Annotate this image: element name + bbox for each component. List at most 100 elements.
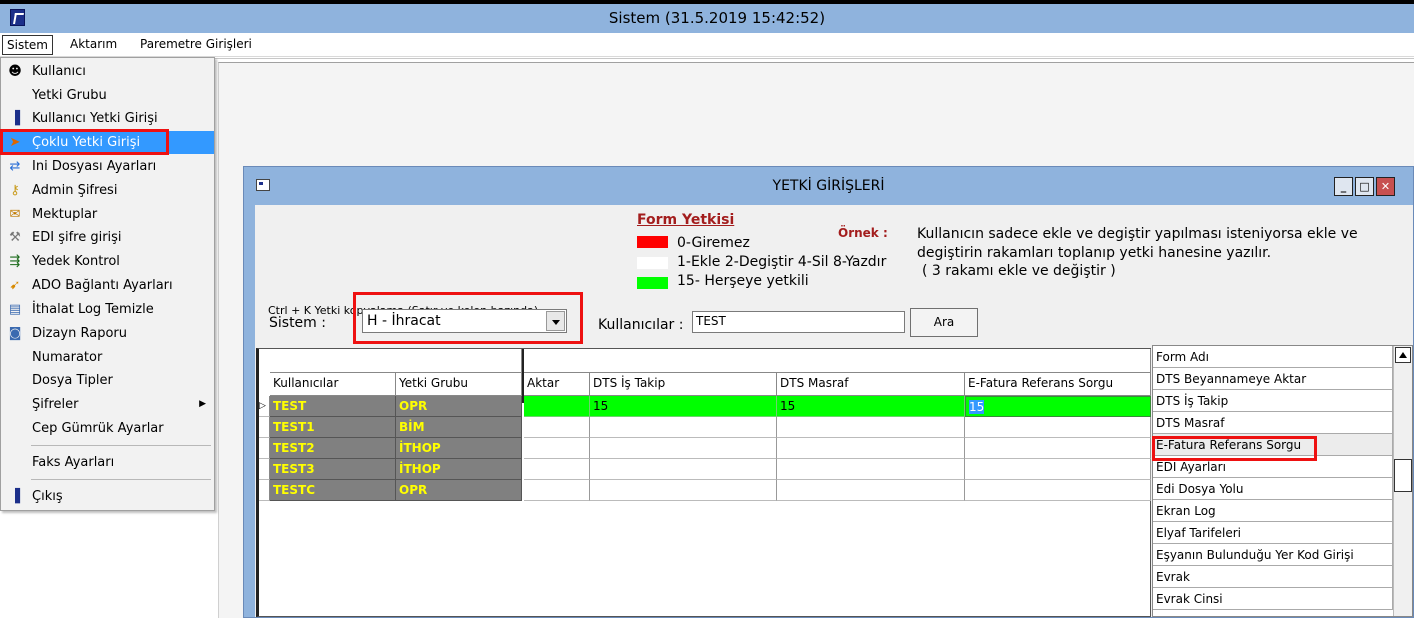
scroll-up-icon[interactable] [1395, 347, 1411, 363]
grid-user-cell[interactable]: TESTC [270, 480, 396, 501]
menu-item-yedek-kontrol[interactable]: ⇶ Yedek Kontrol [1, 250, 214, 273]
menu-item-admin-sifresi[interactable]: ⚷ Admin Şifresi [1, 179, 214, 202]
grid-group-cell[interactable]: BİM [396, 417, 522, 438]
grid-value-cell[interactable] [590, 417, 777, 438]
grid-value-cell[interactable] [965, 480, 1151, 501]
scroll-thumb[interactable] [1394, 459, 1412, 492]
menu-item-cikis[interactable]: ▐ Çıkış [1, 485, 214, 508]
row-indicator[interactable] [259, 417, 270, 438]
menu-item-edi-sifre-girisi[interactable]: ⚒ EDI şifre girişi [1, 226, 214, 249]
grid-group-cell[interactable]: OPR [396, 396, 522, 417]
grid-value-cell[interactable] [777, 459, 965, 480]
menu-item-dosya-tipler[interactable]: Dosya Tipler [1, 369, 214, 392]
row-indicator[interactable] [259, 480, 270, 501]
grid-value-cell[interactable]: 15 [777, 396, 965, 417]
legend-swatch-red [637, 236, 668, 248]
grid-value-cell[interactable] [524, 480, 590, 501]
grid-header-dts-is-takip[interactable]: DTS İş Takip [590, 373, 777, 396]
grid-value-cell[interactable] [524, 459, 590, 480]
form-list-item[interactable]: Evrak Cinsi [1153, 588, 1393, 610]
menu-paremetre-girisleri[interactable]: Paremetre Girişleri [136, 35, 256, 55]
maximize-icon[interactable]: □ [1355, 177, 1374, 196]
grid-user-cell[interactable]: TEST2 [270, 438, 396, 459]
grid-value-cell[interactable] [524, 396, 590, 417]
menu-item-kullanici[interactable]: ☻ Kullanıcı [1, 60, 214, 83]
permission-grid[interactable]: Kullanıcılar Yetki Grubu Aktar DTS İş Ta… [256, 348, 1151, 617]
kullanicilar-input[interactable]: TEST [692, 311, 905, 333]
grid-user-cell[interactable]: TEST1 [270, 417, 396, 438]
grid-value-cell[interactable] [590, 438, 777, 459]
menu-item-sifreler[interactable]: Şifreler ▶ [1, 393, 214, 416]
example-line-2: degiştirin rakamları toplanıp yetki hane… [917, 245, 1272, 261]
grid-value-cell[interactable] [590, 459, 777, 480]
grid-header-kullanicilar[interactable]: Kullanıcılar [270, 373, 396, 396]
grid-user-cell[interactable]: TEST3 [270, 459, 396, 480]
inner-title: YETKİ GİRİŞLERİ [772, 178, 885, 194]
key-icon: ⚷ [10, 183, 20, 198]
form-list-item[interactable]: Eşyanın Bulunduğu Yer Kod Girişi [1153, 544, 1393, 566]
row-indicator[interactable] [259, 459, 270, 480]
menu-item-faks-ayarlari[interactable]: Faks Ayarları [1, 451, 214, 474]
form-list[interactable]: Form Adı DTS Beyannameye Aktar DTS İş Ta… [1152, 345, 1413, 617]
form-list-header: Form Adı [1153, 346, 1393, 368]
grid-user-cell[interactable]: TEST [270, 396, 396, 417]
menu-item-mektuplar[interactable]: ✉ Mektuplar [1, 203, 214, 226]
legend-text-0: 0-Giremez [677, 235, 750, 251]
grid-header-aktar[interactable]: Aktar [524, 373, 590, 396]
row-indicator[interactable] [259, 438, 270, 459]
yetki-girisleri-window: YETKİ GİRİŞLERİ _ □ ✕ Ctrl + K Yetki kop… [243, 166, 1414, 618]
grid-value-cell[interactable] [965, 417, 1151, 438]
app-title: Sistem (31.5.2019 15:42:52) [608, 9, 826, 27]
grid-header-spacer-left [270, 349, 522, 373]
grid-header-e-fatura[interactable]: E-Fatura Referans Sorgu [965, 373, 1151, 396]
menu-item-kullanici-yetki-girisi[interactable]: ▐ Kullanıcı Yetki Girişi [1, 107, 214, 130]
grid-value-cell[interactable] [524, 417, 590, 438]
grid-value-cell[interactable] [777, 417, 965, 438]
menu-sistem[interactable]: Sistem [2, 35, 53, 55]
form-list-scrollbar[interactable] [1393, 346, 1412, 616]
grid-group-cell[interactable]: İTHOP [396, 459, 522, 480]
connection-icon: ➹ [9, 278, 21, 293]
form-list-item[interactable]: DTS Beyannameye Aktar [1153, 368, 1393, 390]
grid-group-cell[interactable]: OPR [396, 480, 522, 501]
form-list-item[interactable]: Edi Dosya Yolu [1153, 478, 1393, 500]
grid-value-cell[interactable] [965, 438, 1151, 459]
grid-value-cell[interactable]: 15 [590, 396, 777, 417]
form-list-item[interactable]: DTS İş Takip [1153, 390, 1393, 412]
app-titlebar[interactable]: Sistem (31.5.2019 15:42:52) [0, 4, 1414, 33]
ara-button[interactable]: Ara [910, 308, 978, 337]
minimize-icon[interactable]: _ [1334, 177, 1353, 196]
grid-value-cell-editing[interactable]: 15 [965, 396, 1151, 417]
menu-item-cep-gumruk-ayarlar[interactable]: Cep Gümrük Ayarlar [1, 417, 214, 440]
menu-item-ini-dosyasi-ayarlari[interactable]: ⇄ Ini Dosyası Ayarları [1, 155, 214, 178]
settings-file-icon: ⇄ [9, 159, 21, 174]
form-list-item[interactable]: Ekran Log [1153, 500, 1393, 522]
legend-text-1: 1-Ekle 2-Degiştir 4-Sil 8-Yazdır [677, 254, 887, 270]
inner-titlebar[interactable]: YETKİ GİRİŞLERİ _ □ ✕ [244, 167, 1413, 205]
close-icon[interactable]: ✕ [1376, 177, 1395, 196]
legend-title: Form Yetkisi [637, 212, 735, 228]
menu-separator [31, 479, 211, 480]
grid-value-cell[interactable] [524, 438, 590, 459]
menu-item-ithalat-log-temizle[interactable]: ▤ İthalat Log Temizle [1, 298, 214, 321]
form-list-item[interactable]: Elyaf Tarifeleri [1153, 522, 1393, 544]
menu-aktarim[interactable]: Aktarım [66, 35, 121, 55]
grid-value-cell[interactable] [777, 438, 965, 459]
grid-value-cell[interactable] [777, 480, 965, 501]
form-list-item[interactable]: DTS Masraf [1153, 412, 1393, 434]
grid-header-dts-masraf[interactable]: DTS Masraf [777, 373, 965, 396]
row-indicator-icon[interactable]: ▷ [259, 396, 270, 417]
example-line-1: Kullanıcın sadece ekle ve degiştir yapıl… [917, 226, 1358, 242]
form-list-item[interactable]: Evrak [1153, 566, 1393, 588]
grid-value-cell[interactable] [965, 459, 1151, 480]
example-line-3: ( 3 rakamı ekle ve değiştir ) [922, 263, 1116, 279]
tools-icon: ⚒ [9, 230, 21, 245]
menu-item-dizayn-raporu[interactable]: ◙ Dizayn Raporu [1, 322, 214, 345]
dialog-client: Ctrl + K Yetki kopyalama (Satır ve kolon… [255, 205, 1413, 617]
grid-header-yetki-grubu[interactable]: Yetki Grubu [396, 373, 522, 396]
grid-group-cell[interactable]: İTHOP [396, 438, 522, 459]
menu-item-numarator[interactable]: Numarator [1, 346, 214, 369]
menu-item-ado-baglanti-ayarlari[interactable]: ➹ ADO Bağlantı Ayarları [1, 274, 214, 297]
grid-value-cell[interactable] [590, 480, 777, 501]
menu-item-yetki-grubu[interactable]: Yetki Grubu [1, 84, 214, 107]
